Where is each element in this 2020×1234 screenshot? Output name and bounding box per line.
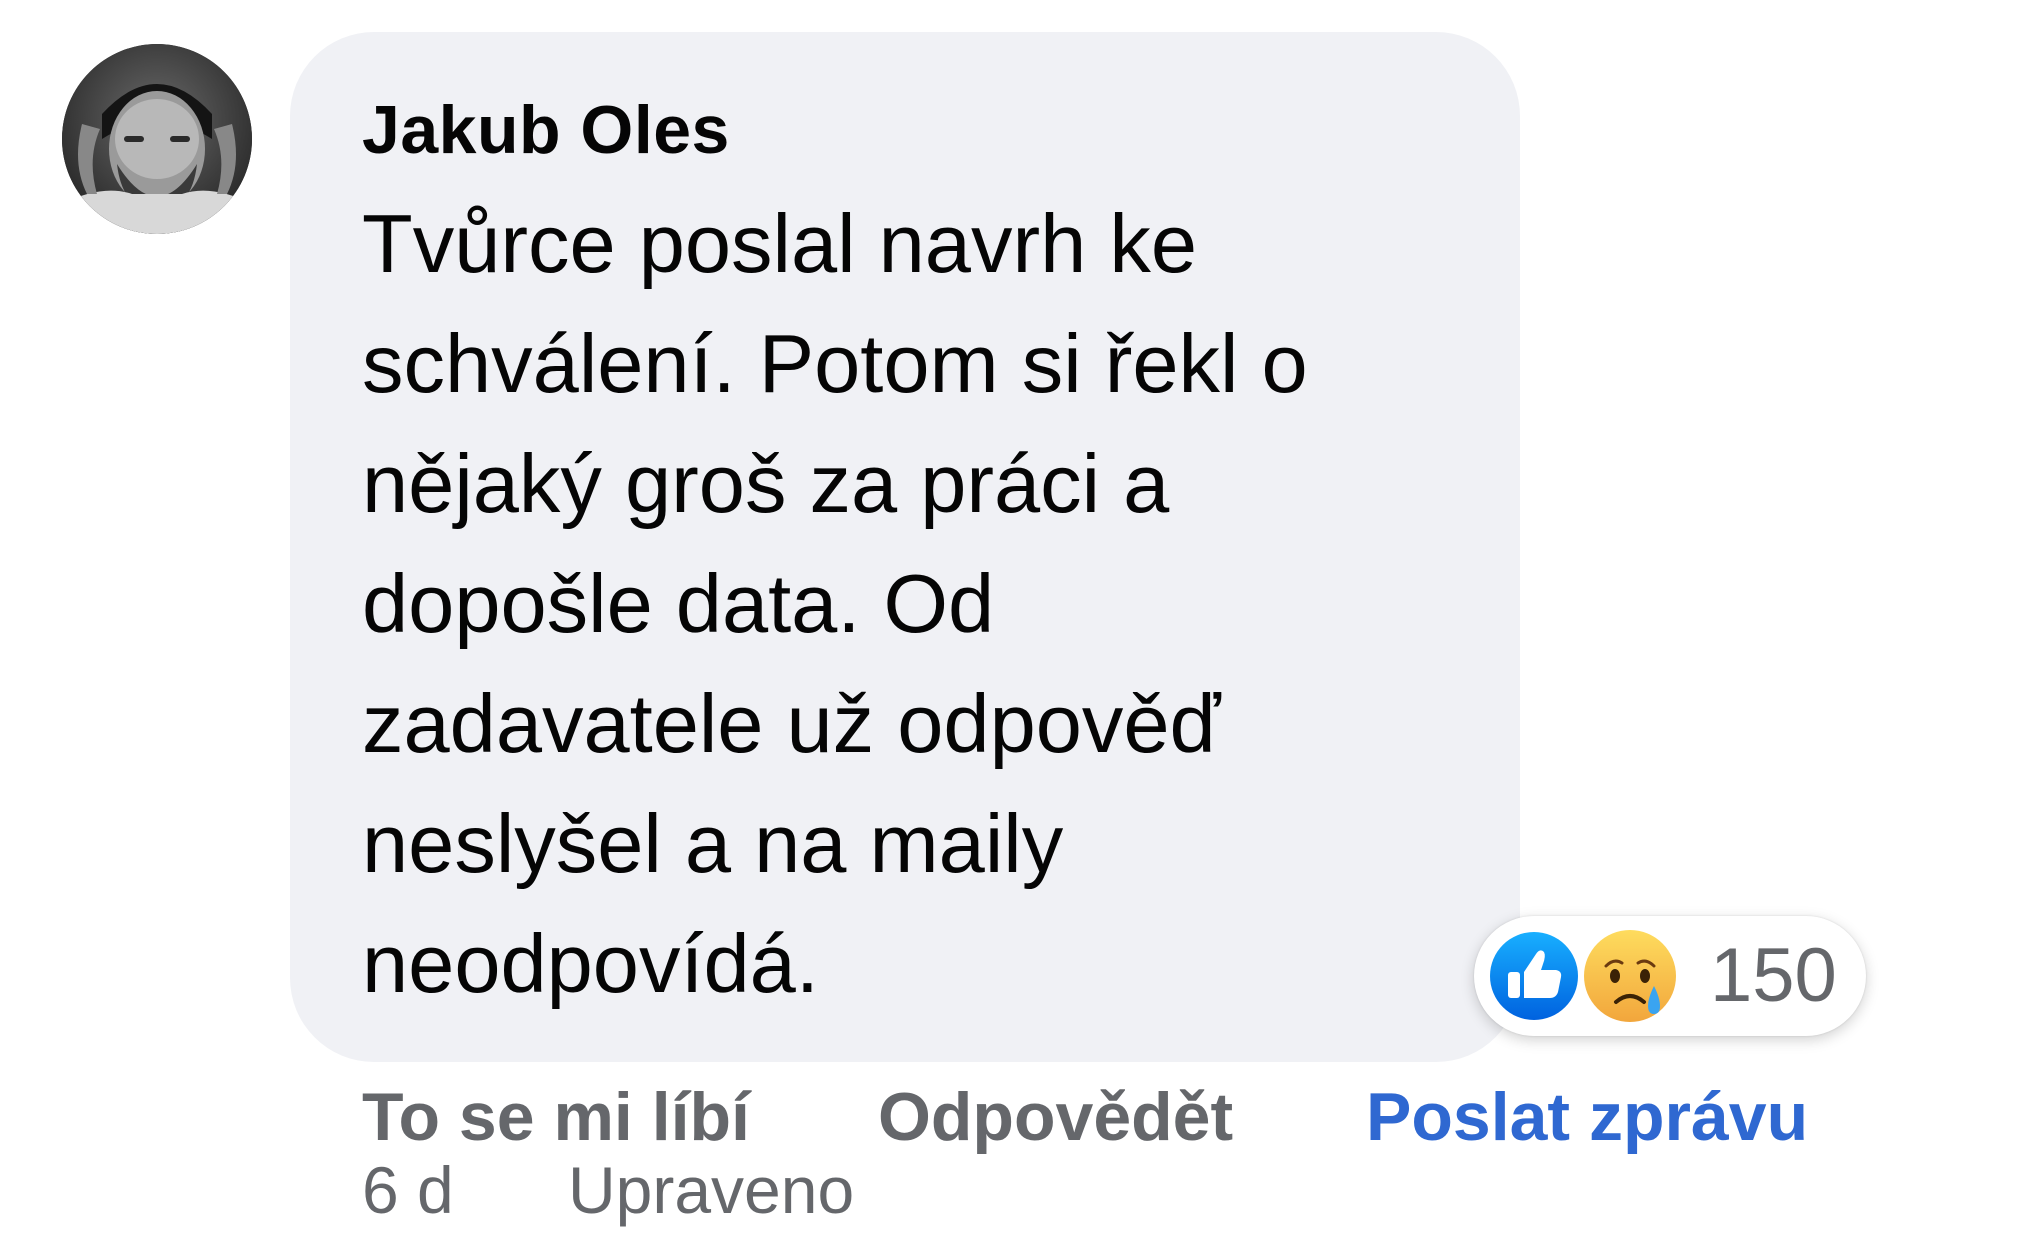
reactions-summary[interactable]: 150 [1474,916,1866,1036]
avatar[interactable] [62,44,252,234]
avatar-photo-icon [62,44,252,234]
comment-author[interactable]: Jakub Oles [362,90,1450,170]
comment-text-line: schválení. Potom si řekl o [362,317,1308,410]
send-message-button[interactable]: Poslat zprávu [1366,1072,1808,1162]
reply-button[interactable]: Odpovědět [878,1072,1233,1162]
comment-text: Tvůrce poslal navrh ke schválení. Potom … [362,184,1462,1024]
comment-text-line: nějaký groš za práci a [362,437,1170,530]
comment-text-line: zadavatele už odpověď [362,677,1221,770]
like-button[interactable]: To se mi líbí [362,1072,750,1162]
comment-text-line: dopošle data. Od [362,557,995,650]
edited-label[interactable]: Upraveno [568,1150,854,1230]
comment-bubble: Jakub Oles Tvůrce poslal navrh ke schvál… [290,32,1520,1062]
comment-text-line: neslyšel a na maily [362,797,1064,890]
comment-text-line: neodpovídá. [362,917,819,1010]
comment-timestamp[interactable]: 6 d [362,1150,454,1230]
like-reaction-icon [1484,926,1584,1026]
sad-reaction-icon [1580,926,1680,1026]
comment-text-line: Tvůrce poslal navrh ke [362,197,1197,290]
reaction-count: 150 [1710,933,1837,1018]
comment-screen: Jakub Oles Tvůrce poslal navrh ke schvál… [0,0,2020,1234]
